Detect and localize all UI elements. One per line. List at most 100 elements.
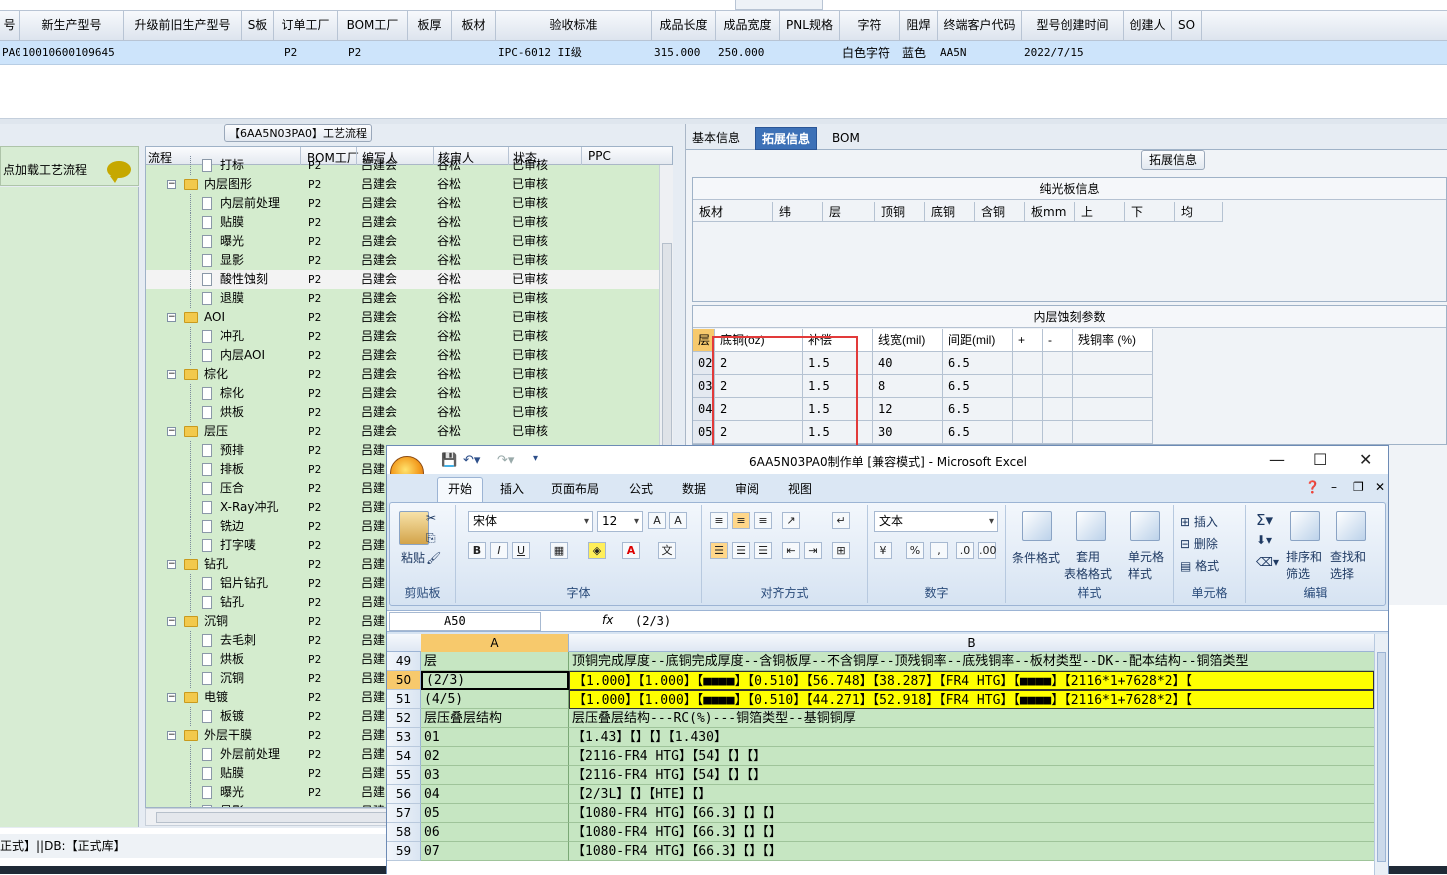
cell-b[interactable]: 【2116-FR4 HTG】【54】【】【】 [569,766,1374,785]
underline-icon[interactable]: U [512,542,530,559]
extended-info-button[interactable]: 拓展信息 [1141,150,1205,170]
top-col-header[interactable]: 创建人 [1124,11,1172,40]
top-col-header[interactable]: 终端客户代码 [938,11,1022,40]
close-icon[interactable]: ✕ [1359,450,1372,469]
row-header[interactable]: 50 [387,671,421,690]
row-header[interactable]: 53 [387,728,421,747]
cell-a[interactable]: 07 [421,842,569,861]
conditional-format-label[interactable]: 条件格式 [1012,549,1060,566]
collapse-toggle-icon[interactable]: − [167,560,176,569]
fill-icon[interactable]: ⬇▾ [1256,533,1272,547]
paste-icon[interactable] [399,511,429,545]
top-col-header[interactable]: 板厚 [408,11,452,40]
ribbon-tab-data[interactable]: 数据 [682,480,706,497]
top-col-header[interactable]: 型号创建时间 [1022,11,1124,40]
align-left-icon[interactable]: ☰ [710,542,728,559]
collapse-toggle-icon[interactable]: − [167,617,176,626]
tree-folder-row[interactable]: − 内层图形 P2 吕建会 谷松 已审核 [146,175,666,194]
format-as-table-icon[interactable] [1076,511,1106,541]
cell-b[interactable]: 顶铜完成厚度--底铜完成厚度--含铜板厚--不含铜厚--顶残铜率--底残铜率--… [569,652,1374,671]
tree-step-row[interactable]: 棕化 P2 吕建会 谷松 已审核 [146,384,666,403]
grow-font-icon[interactable]: A [648,512,666,529]
collapse-toggle-icon[interactable]: − [167,693,176,702]
etch-cell[interactable] [1073,352,1153,375]
top-col-header[interactable]: 订单工厂 [274,11,338,40]
align-top-icon[interactable]: ≡ [710,512,728,529]
etch-cell[interactable] [1073,421,1153,444]
etch-cell[interactable] [1043,375,1073,398]
format-painter-icon[interactable]: 🖌 [426,551,441,565]
cell-a[interactable]: 04 [421,785,569,804]
cell-b[interactable]: 【1080-FR4 HTG】【66.3】【】【】 [569,823,1374,842]
sort-filter-icon[interactable] [1290,511,1320,541]
etch-cell[interactable] [1073,375,1153,398]
ribbon-tab-review[interactable]: 审阅 [735,480,759,497]
row-header[interactable]: 49 [387,652,421,671]
cell-b[interactable]: 【1080-FR4 HTG】【66.3】【】【】 [569,804,1374,823]
row-header[interactable]: 52 [387,709,421,728]
sheet-vertical-scrollbar[interactable] [1374,634,1388,875]
top-col-header[interactable]: S板 [242,11,274,40]
ribbon-close-icon[interactable]: ✕ [1375,480,1385,494]
cell-b[interactable]: 【2116-FR4 HTG】【54】【】【】 [569,747,1374,766]
collapse-toggle-icon[interactable]: − [167,313,176,322]
tree-vertical-scrollbar[interactable] [659,165,673,473]
etch-cell[interactable] [1043,421,1073,444]
column-header-a[interactable]: A [421,634,569,652]
tree-step-row[interactable]: 内层AOI P2 吕建会 谷松 已审核 [146,346,666,365]
format-cells-button[interactable]: ▤ 格式 [1180,557,1219,574]
align-center-icon[interactable]: ☰ [732,542,750,559]
orientation-icon[interactable]: ↗ [782,512,800,529]
help-icon[interactable]: ❓ [1305,480,1320,494]
cell-b[interactable]: 【1.000】【1.000】【■■■■】【0.510】【56.748】【38.2… [569,671,1374,690]
italic-icon[interactable]: I [490,542,508,559]
cell-b[interactable]: 【1080-FR4 HTG】【66.3】【】【】 [569,842,1374,861]
row-header[interactable]: 58 [387,823,421,842]
row-header[interactable]: 57 [387,804,421,823]
autosum-icon[interactable]: Σ▾ [1256,511,1273,529]
cell-a[interactable]: 层 [421,652,569,671]
align-bottom-icon[interactable]: ≡ [754,512,772,529]
collapse-toggle-icon[interactable]: − [167,180,176,189]
copy-icon[interactable]: ⎘ [426,531,436,546]
tree-step-row[interactable]: 烘板 P2 吕建会 谷松 已审核 [146,403,666,422]
row-header[interactable]: 55 [387,766,421,785]
etch-cell[interactable]: 6.5 [943,375,1013,398]
tab-bom[interactable]: BOM [826,127,866,150]
top-col-header[interactable]: 验收标准 [496,11,652,40]
delete-cells-button[interactable]: ⊟ 删除 [1180,535,1218,552]
etch-cell[interactable]: 40 [873,352,943,375]
top-col-header[interactable]: BOM工厂 [338,11,408,40]
tree-folder-row[interactable]: − 层压 P2 吕建会 谷松 已审核 [146,422,666,441]
cell-a[interactable]: (2/3) [421,671,569,690]
tab-basic-info[interactable]: 基本信息 [686,127,746,150]
clear-icon[interactable]: ⌫▾ [1256,555,1279,569]
etch-cell[interactable]: 6.5 [943,352,1013,375]
minimize-icon[interactable]: — [1269,450,1285,469]
paste-label[interactable]: 粘贴 [401,549,425,566]
etch-cell[interactable]: 30 [873,421,943,444]
tree-step-row[interactable]: 内层前处理 P2 吕建会 谷松 已审核 [146,194,666,213]
customize-qat-icon[interactable]: ▾ [533,453,538,464]
tree-folder-row[interactable]: − AOI P2 吕建会 谷松 已审核 [146,308,666,327]
top-col-header[interactable]: PNL规格 [780,11,840,40]
top-tab-stub[interactable] [735,0,823,10]
cell-a[interactable]: 06 [421,823,569,842]
bold-icon[interactable]: B [468,542,486,559]
etch-cell[interactable] [1073,398,1153,421]
tree-step-row[interactable]: 退膜 P2 吕建会 谷松 已审核 [146,289,666,308]
ribbon-minimize-icon[interactable]: – [1331,480,1337,494]
etch-cell[interactable]: 6.5 [943,398,1013,421]
align-right-icon[interactable]: ☰ [754,542,772,559]
decrease-decimal-icon[interactable]: .00 [978,542,997,559]
find-select-label[interactable]: 查找和 选择 [1330,549,1366,583]
font-size-select[interactable]: 12 [597,511,643,532]
tree-step-row[interactable]: 打标 P2 吕建会 谷松 已审核 [146,156,666,175]
formula-input[interactable]: (2/3) [635,614,671,628]
load-process-flow-button[interactable]: 点加载工艺流程 [0,146,139,186]
tree-step-row[interactable]: 曝光 P2 吕建会 谷松 已审核 [146,232,666,251]
cell-b[interactable]: 【1.43】【】【】【1.430】 [569,728,1374,747]
cell-a[interactable]: 03 [421,766,569,785]
cut-icon[interactable]: ✂ [426,511,436,525]
tree-step-row[interactable]: 冲孔 P2 吕建会 谷松 已审核 [146,327,666,346]
